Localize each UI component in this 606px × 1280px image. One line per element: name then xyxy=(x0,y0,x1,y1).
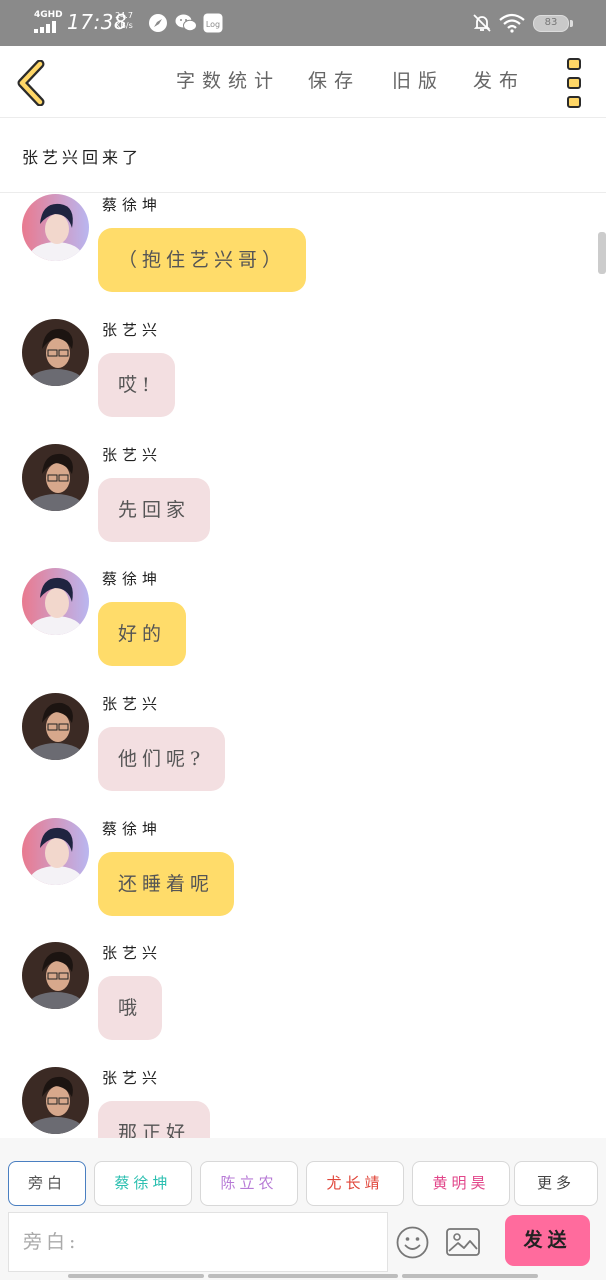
editor-header: 字数统计 保存 旧版 发布 xyxy=(0,46,606,118)
message-bubble[interactable]: 哎! xyxy=(98,353,175,417)
nav-hint-bar xyxy=(208,1274,398,1278)
composer: 旁白 蔡徐坤 陈立农 尤长靖 黄明昊 更多 发送 xyxy=(0,1138,606,1280)
log-icon: Log xyxy=(203,13,223,33)
role-chip-more[interactable]: 更多 xyxy=(514,1161,598,1206)
sender-name: 蔡徐坤 xyxy=(102,570,163,588)
sender-name: 张艺兴 xyxy=(102,944,163,962)
nav-hint-bar xyxy=(68,1274,204,1278)
role-chip-cai[interactable]: 蔡徐坤 xyxy=(94,1161,192,1206)
chat-list[interactable]: 蔡徐坤 （抱住艺兴哥） 张艺兴 哎! 张艺兴 先回家 蔡徐坤 好的 张艺兴 他们… xyxy=(0,194,606,1138)
message-bubble[interactable]: 他们呢? xyxy=(98,727,226,791)
avatar-zhang[interactable] xyxy=(22,1067,89,1134)
message-bubble[interactable]: 好的 xyxy=(98,602,187,666)
image-icon[interactable] xyxy=(446,1228,480,1256)
sender-name: 张艺兴 xyxy=(102,1069,163,1087)
signal-icon xyxy=(34,21,60,33)
old-version-button[interactable]: 旧版 xyxy=(392,66,444,93)
bell-off-icon xyxy=(473,14,491,32)
avatar-zhang[interactable] xyxy=(22,319,89,386)
chat-message[interactable]: 张艺兴 哦 xyxy=(0,942,606,1067)
battery-icon: 83 xyxy=(533,15,573,32)
message-bubble[interactable]: 那正好 xyxy=(98,1101,211,1138)
chat-message[interactable]: 蔡徐坤 还睡着呢 xyxy=(0,818,606,943)
sender-name: 张艺兴 xyxy=(102,446,163,464)
message-bubble[interactable]: 还睡着呢 xyxy=(98,852,235,916)
role-chip-narrator[interactable]: 旁白 xyxy=(8,1161,86,1206)
net-speed-value: 24.7 xyxy=(115,11,133,20)
chat-message[interactable]: 张艺兴 哎! xyxy=(0,319,606,444)
chat-message[interactable]: 蔡徐坤 （抱住艺兴哥） xyxy=(0,194,606,319)
more-vertical-icon[interactable] xyxy=(562,58,586,108)
message-bubble[interactable]: （抱住艺兴哥） xyxy=(98,228,307,292)
save-button[interactable]: 保存 xyxy=(308,66,360,93)
avatar-zhang[interactable] xyxy=(22,444,89,511)
wechat-icon xyxy=(175,14,197,32)
chat-message[interactable]: 张艺兴 先回家 xyxy=(0,444,606,569)
avatar-zhang[interactable] xyxy=(22,693,89,760)
publish-button[interactable]: 发布 xyxy=(473,66,525,93)
net-speed: 24.7 KB/s xyxy=(114,11,134,31)
avatar-zhang[interactable] xyxy=(22,942,89,1009)
role-chip-chen[interactable]: 陈立农 xyxy=(200,1161,298,1206)
status-bar: 4GHD 17:38 24.7 KB/s Log 83 xyxy=(0,0,606,46)
story-title[interactable]: 张艺兴回来了 xyxy=(22,144,142,168)
chat-message[interactable]: 张艺兴 那正好 xyxy=(0,1067,606,1138)
sender-name: 蔡徐坤 xyxy=(102,196,163,214)
chat-message[interactable]: 蔡徐坤 好的 xyxy=(0,568,606,693)
avatar-cai[interactable] xyxy=(22,818,89,885)
compass-icon xyxy=(149,14,167,32)
sender-name: 蔡徐坤 xyxy=(102,820,163,838)
word-count-button[interactable]: 字数统计 xyxy=(176,66,280,93)
avatar-cai[interactable] xyxy=(22,194,89,261)
story-title-bar[interactable]: 张艺兴回来了 xyxy=(0,118,606,193)
message-input[interactable] xyxy=(9,1213,387,1271)
chevron-left-icon[interactable] xyxy=(14,60,50,106)
chat-message[interactable]: 张艺兴 他们呢? xyxy=(0,693,606,818)
role-chip-you[interactable]: 尤长靖 xyxy=(306,1161,404,1206)
nav-hint-bar xyxy=(402,1274,538,1278)
avatar-cai[interactable] xyxy=(22,568,89,635)
network-type: 4GHD xyxy=(34,10,63,20)
net-speed-unit: KB/s xyxy=(115,21,133,30)
wifi-icon xyxy=(499,13,525,33)
send-button[interactable]: 发送 xyxy=(505,1215,590,1266)
sender-name: 张艺兴 xyxy=(102,695,163,713)
message-input-wrapper[interactable] xyxy=(8,1212,388,1272)
svg-text:Log: Log xyxy=(206,20,220,29)
message-bubble[interactable]: 先回家 xyxy=(98,478,211,542)
role-chip-huang[interactable]: 黄明昊 xyxy=(412,1161,510,1206)
sender-name: 张艺兴 xyxy=(102,321,163,339)
emoji-icon[interactable] xyxy=(396,1226,429,1259)
message-bubble[interactable]: 哦 xyxy=(98,976,163,1040)
